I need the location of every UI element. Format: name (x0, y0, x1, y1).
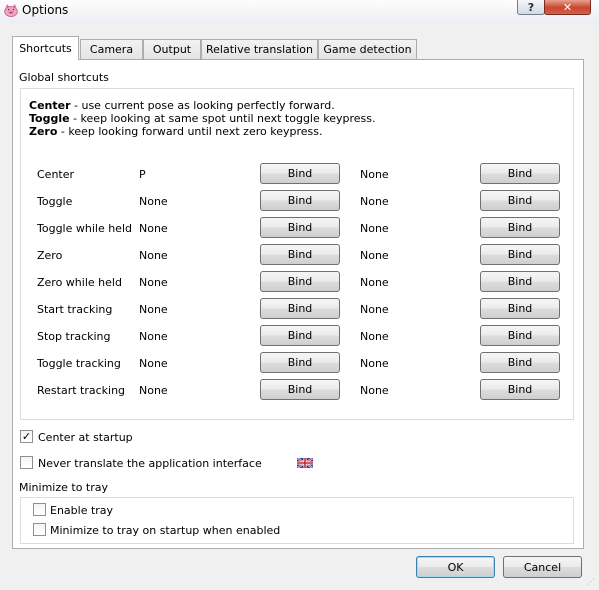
tab-label: Relative translation (205, 43, 313, 56)
primary-key-toggle: None (139, 195, 168, 208)
bind-primary-stop-tracking-button[interactable]: Bind (260, 325, 340, 346)
secondary-key-stop-tracking: None (360, 330, 389, 343)
primary-key-start-tracking: None (139, 303, 168, 316)
shortcut-label-zero-while-held: Zero while held (37, 276, 122, 289)
bind-primary-center-button[interactable]: Bind (260, 163, 340, 184)
description-text: - keep looking forward until next zero k… (57, 125, 323, 138)
minimize-on-startup-checkbox[interactable] (33, 523, 46, 536)
title-bar[interactable]: Options ? ✕ (0, 0, 599, 22)
primary-key-zero-while-held: None (139, 276, 168, 289)
close-icon: ✕ (562, 0, 573, 14)
bind-primary-toggle-button[interactable]: Bind (260, 190, 340, 211)
bind-secondary-zero-button[interactable]: Bind (480, 244, 560, 265)
description-text: - use current pose as looking perfectly … (70, 99, 335, 112)
enable-tray-checkbox[interactable] (33, 503, 46, 516)
global-shortcuts-title: Global shortcuts (19, 71, 109, 84)
description-key: Center (29, 99, 71, 112)
center-description: Center - use current pose as looking per… (29, 99, 335, 112)
bind-primary-restart-tracking-button[interactable]: Bind (260, 379, 340, 400)
description-key: Toggle (29, 112, 70, 125)
secondary-key-toggle-while-held: None (360, 222, 389, 235)
help-icon: ? (527, 0, 535, 14)
bind-primary-toggle-tracking-button[interactable]: Bind (260, 352, 340, 373)
tab-camera[interactable]: Camera (80, 39, 143, 59)
secondary-key-start-tracking: None (360, 303, 389, 316)
shortcut-label-toggle: Toggle (37, 195, 73, 208)
secondary-key-toggle: None (360, 195, 389, 208)
uk-flag-icon (297, 458, 313, 468)
tab-relative-translation[interactable]: Relative translation (201, 39, 318, 59)
cancel-button[interactable]: Cancel (503, 556, 582, 578)
center-at-startup-checkbox[interactable]: ✓ (20, 430, 33, 443)
shortcut-label-restart-tracking: Restart tracking (37, 384, 126, 397)
help-button[interactable]: ? (517, 0, 545, 15)
primary-key-zero: None (139, 249, 168, 262)
shortcut-label-center: Center (37, 168, 75, 181)
primary-key-toggle-while-held: None (139, 222, 168, 235)
bind-secondary-start-tracking-button[interactable]: Bind (480, 298, 560, 319)
shortcut-label-stop-tracking: Stop tracking (37, 330, 111, 343)
tab-game-detection[interactable]: Game detection (318, 39, 417, 59)
zero-description: Zero - keep looking forward until next z… (29, 125, 322, 138)
shortcut-label-toggle-while-held: Toggle while held (37, 222, 132, 235)
toggle-description: Toggle - keep looking at same spot until… (29, 112, 376, 125)
bind-primary-start-tracking-button[interactable]: Bind (260, 298, 340, 319)
options-window: Options ? ✕ Shortcuts Camera Output Rela… (0, 0, 599, 590)
center-at-startup-label[interactable]: Center at startup (38, 431, 133, 444)
secondary-key-restart-tracking: None (360, 384, 389, 397)
bind-secondary-stop-tracking-button[interactable]: Bind (480, 325, 560, 346)
minimize-on-startup-label[interactable]: Minimize to tray on startup when enabled (50, 524, 280, 537)
checkmark-icon: ✓ (21, 430, 32, 443)
primary-key-center: P (139, 168, 146, 181)
minimize-to-tray-title: Minimize to tray (19, 481, 109, 494)
description-text: - keep looking at same spot until next t… (69, 112, 376, 125)
bind-secondary-zero-while-held-button[interactable]: Bind (480, 271, 560, 292)
primary-key-stop-tracking: None (139, 330, 168, 343)
never-translate-checkbox[interactable] (20, 456, 33, 469)
bind-primary-zero-while-held-button[interactable]: Bind (260, 271, 340, 292)
bind-secondary-toggle-button[interactable]: Bind (480, 190, 560, 211)
ok-button[interactable]: OK (416, 556, 495, 578)
secondary-key-center: None (360, 168, 389, 181)
secondary-key-zero-while-held: None (360, 276, 389, 289)
shortcut-label-start-tracking: Start tracking (37, 303, 113, 316)
bind-secondary-toggle-while-held-button[interactable]: Bind (480, 217, 560, 238)
bind-primary-zero-button[interactable]: Bind (260, 244, 340, 265)
never-translate-label[interactable]: Never translate the application interfac… (38, 457, 262, 470)
tab-shortcuts[interactable]: Shortcuts (12, 36, 79, 60)
primary-key-restart-tracking: None (139, 384, 168, 397)
secondary-key-toggle-tracking: None (360, 357, 389, 370)
tab-output[interactable]: Output (143, 39, 201, 59)
shortcut-label-toggle-tracking: Toggle tracking (37, 357, 121, 370)
primary-key-toggle-tracking: None (139, 357, 168, 370)
bind-secondary-center-button[interactable]: Bind (480, 163, 560, 184)
tab-label: Camera (89, 43, 134, 56)
tab-label: Output (152, 43, 192, 56)
tab-label: Game detection (323, 43, 412, 56)
description-key: Zero (29, 125, 58, 138)
bind-secondary-toggle-tracking-button[interactable]: Bind (480, 352, 560, 373)
resize-grip-icon[interactable]: ⋰ (587, 578, 597, 588)
bind-secondary-restart-tracking-button[interactable]: Bind (480, 379, 560, 400)
pig-icon (4, 4, 18, 17)
window-title: Options (22, 3, 69, 17)
tab-label: Shortcuts (19, 42, 72, 55)
secondary-key-zero: None (360, 249, 389, 262)
close-button[interactable]: ✕ (544, 0, 591, 15)
enable-tray-label[interactable]: Enable tray (50, 504, 113, 517)
shortcut-label-zero: Zero (37, 249, 63, 262)
bind-primary-toggle-while-held-button[interactable]: Bind (260, 217, 340, 238)
